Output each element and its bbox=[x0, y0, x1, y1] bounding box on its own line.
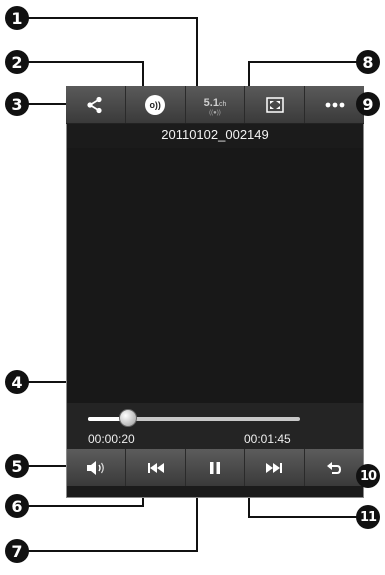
callout-3: 3 bbox=[5, 92, 29, 116]
callout-4: 4 bbox=[5, 370, 29, 394]
callout-5: 5 bbox=[5, 454, 29, 478]
surround-button[interactable]: 5.1ch ((●)) bbox=[186, 86, 246, 123]
control-bar bbox=[67, 449, 363, 486]
sound-effect-button[interactable]: o)) bbox=[126, 86, 186, 123]
pause-button[interactable] bbox=[186, 449, 246, 486]
callout-11: 11 bbox=[356, 505, 380, 529]
screen-mode-button[interactable] bbox=[245, 86, 306, 123]
elapsed-time: 00:00:20 bbox=[88, 432, 135, 446]
surround-label: 5.1 bbox=[203, 96, 219, 109]
rewind-icon bbox=[147, 462, 164, 473]
video-area[interactable] bbox=[67, 148, 363, 403]
callout-10: 10 bbox=[356, 464, 380, 488]
back-icon bbox=[326, 461, 341, 474]
callout-7: 7 bbox=[5, 539, 29, 563]
volume-button[interactable] bbox=[67, 449, 127, 486]
top-toolbar: o)) 5.1ch ((●)) bbox=[66, 86, 364, 124]
share-button[interactable] bbox=[66, 86, 126, 123]
surround-suffix: ch bbox=[218, 100, 227, 108]
callout-9: 9 bbox=[356, 92, 380, 116]
rewind-button[interactable] bbox=[126, 449, 186, 486]
progress-thumb[interactable] bbox=[119, 409, 137, 427]
sound-effect-label: o)) bbox=[149, 99, 161, 110]
callout-1: 1 bbox=[5, 6, 29, 30]
volume-icon bbox=[87, 460, 105, 475]
total-time: 00:01:45 bbox=[244, 432, 291, 446]
more-options-icon bbox=[325, 102, 344, 107]
share-icon bbox=[87, 96, 102, 113]
back-button[interactable] bbox=[305, 449, 363, 486]
pause-icon bbox=[210, 461, 221, 474]
callout-6: 6 bbox=[5, 494, 29, 518]
sound-effect-icon: o)) bbox=[145, 94, 166, 115]
callout-8: 8 bbox=[356, 50, 380, 74]
fast-forward-icon bbox=[266, 462, 283, 473]
screen-mode-icon bbox=[266, 96, 284, 113]
surround-5-1-icon: 5.1ch ((●)) bbox=[203, 96, 227, 116]
callout-2: 2 bbox=[5, 50, 29, 74]
fast-forward-button[interactable] bbox=[245, 449, 305, 486]
file-name: 20110102_002149 bbox=[161, 127, 269, 142]
